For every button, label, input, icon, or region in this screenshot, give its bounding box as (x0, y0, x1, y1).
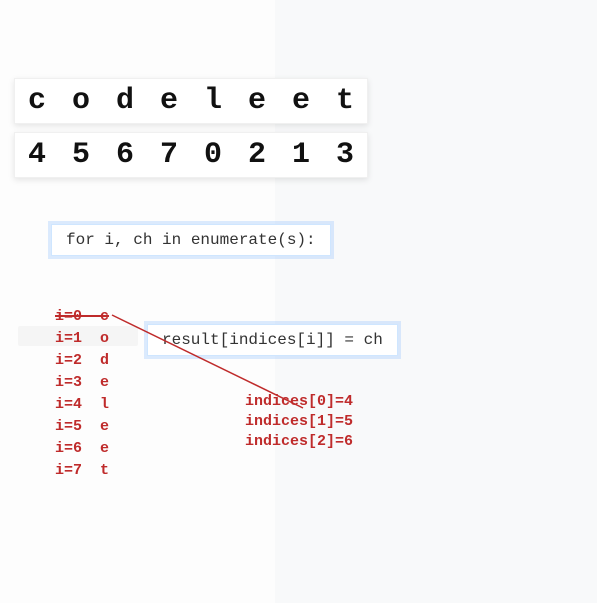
letter-cell: e (147, 79, 191, 123)
letter-cell: l (191, 79, 235, 123)
iteration-item: i=0 c (55, 306, 109, 328)
iteration-item: i=7 t (55, 460, 109, 482)
indices-resolved-item: indices[2]=6 (245, 432, 353, 452)
iteration-item: i=5 e (55, 416, 109, 438)
index-cell: 1 (279, 133, 323, 177)
index-cell: 2 (235, 133, 279, 177)
index-cell: 4 (15, 133, 59, 177)
index-cell: 3 (323, 133, 367, 177)
index-cell: 5 (59, 133, 103, 177)
letter-cell: d (103, 79, 147, 123)
indices-resolved-item: indices[1]=5 (245, 412, 353, 432)
letter-cell: c (15, 79, 59, 123)
iteration-item: i=6 e (55, 438, 109, 460)
iteration-item: i=2 d (55, 350, 109, 372)
iteration-item: i=4 l (55, 394, 109, 416)
indices-resolved-item: indices[0]=4 (245, 392, 353, 412)
iteration-item: i=1 o (55, 328, 109, 350)
letter-cell: o (59, 79, 103, 123)
iterations-list: i=0 ci=1 oi=2 di=3 ei=4 li=5 ei=6 ei=7 t (55, 306, 109, 482)
code-for-line: for i, ch in enumerate(s): (51, 224, 331, 256)
letter-cell: e (235, 79, 279, 123)
indices-row: 45670213 (14, 132, 368, 178)
indices-resolved-list: indices[0]=4indices[1]=5indices[2]=6 (245, 392, 353, 452)
code-assign-line: result[indices[i]] = ch (147, 324, 398, 356)
index-cell: 0 (191, 133, 235, 177)
index-cell: 6 (103, 133, 147, 177)
letter-cell: t (323, 79, 367, 123)
letters-row: codeleet (14, 78, 368, 124)
index-cell: 7 (147, 133, 191, 177)
letter-cell: e (279, 79, 323, 123)
iteration-item: i=3 e (55, 372, 109, 394)
